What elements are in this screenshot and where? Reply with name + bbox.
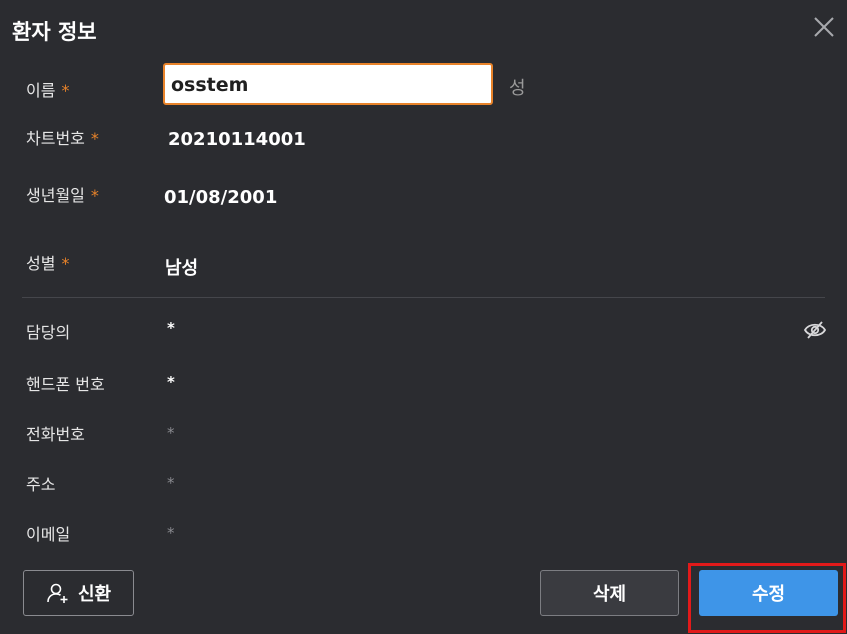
new-patient-label: 신환 <box>77 584 112 605</box>
chart-number-label: 차트번호 * <box>26 125 99 149</box>
chart-number-label-text: 차트번호 <box>26 129 85 148</box>
email-label: 이메일 <box>26 525 71 544</box>
chart-number-value: 20210114001 <box>168 129 306 150</box>
gender-label-text: 성별 <box>26 254 56 273</box>
address-label: 주소 <box>26 475 56 494</box>
name-input[interactable] <box>165 65 491 103</box>
gender-label: 성별 * <box>26 250 69 274</box>
mobile-value[interactable]: * <box>167 373 175 391</box>
close-button[interactable] <box>811 14 837 40</box>
required-mark: * <box>90 129 99 148</box>
section-divider <box>22 297 825 298</box>
delete-button[interactable]: 삭제 <box>540 570 679 616</box>
address-value[interactable]: * <box>167 474 175 492</box>
mobile-label: 핸드폰 번호 <box>26 375 105 394</box>
doctor-value[interactable]: * <box>167 319 175 337</box>
gender-value[interactable]: 남성 <box>165 254 198 280</box>
email-value[interactable]: * <box>167 524 175 542</box>
doctor-label: 담당의 <box>26 323 71 342</box>
save-button[interactable]: 수정 <box>699 570 838 616</box>
phone-label: 전화번호 <box>26 425 85 444</box>
birth-date-label: 생년월일 * <box>26 182 99 206</box>
name-field-wrapper[interactable] <box>163 63 493 105</box>
name-label-text: 이름 <box>26 81 56 100</box>
birth-date-label-text: 생년월일 <box>26 186 85 205</box>
required-mark: * <box>61 81 70 100</box>
add-user-icon <box>47 583 68 603</box>
eye-off-icon <box>803 321 827 339</box>
patient-info-dialog: 환자 정보 이름 * 성 차트번호 * 20210114001 생년월일 * 01/0… <box>0 0 847 634</box>
visibility-toggle[interactable] <box>803 318 827 342</box>
dialog-title: 환자 정보 <box>12 20 97 44</box>
new-patient-button[interactable]: 신환 <box>23 570 134 616</box>
save-label: 수정 <box>751 584 786 605</box>
delete-label: 삭제 <box>592 584 627 605</box>
birth-date-value[interactable]: 01/08/2001 <box>164 187 277 208</box>
surname-suffix: 성 <box>509 78 526 99</box>
phone-value[interactable]: * <box>167 424 175 442</box>
required-mark: * <box>90 186 99 205</box>
required-mark: * <box>61 254 70 273</box>
name-label: 이름 * <box>26 77 69 101</box>
close-icon <box>814 17 834 37</box>
